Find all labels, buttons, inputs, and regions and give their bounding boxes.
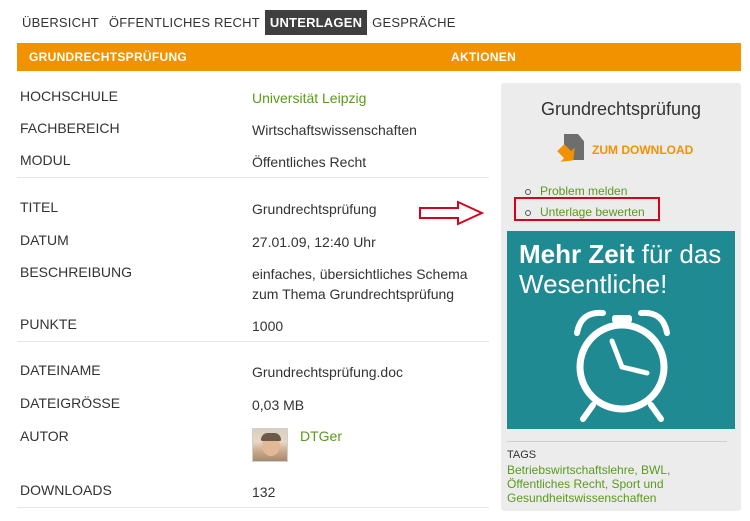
advertisement-banner[interactable]: Mehr Zeit für das Wesentliche!	[507, 231, 735, 429]
detail-label: DATUM	[20, 232, 69, 248]
divider	[17, 341, 489, 342]
detail-label: FACHBEREICH	[20, 120, 120, 136]
detail-value: 27.01.09, 12:40 Uhr	[252, 234, 376, 250]
detail-row-autor: AUTOR DTGer	[17, 428, 489, 468]
detail-label: TITEL	[20, 199, 59, 215]
tab-unterlagen[interactable]: UNTERLAGEN	[264, 10, 368, 35]
detail-value: 1000	[252, 318, 284, 334]
detail-label: HOCHSCHULE	[20, 88, 119, 104]
detail-value: 132	[252, 484, 276, 500]
ad-headline-rest: für das	[634, 239, 722, 269]
detail-label: DATEINAME	[20, 362, 101, 378]
document-title-header: GRUNDRECHTSPRÜFUNG	[29, 50, 188, 64]
tab-bar: ÜBERSICHT ÖFFENTLICHES RECHT UNTERLAGEN …	[17, 10, 461, 35]
hochschule-link[interactable]: Universität Leipzig	[252, 88, 482, 108]
author-link[interactable]: DTGer	[300, 428, 342, 444]
download-label: ZUM DOWNLOAD	[592, 143, 694, 157]
sidebar-title: Grundrechtsprüfung	[540, 99, 702, 119]
avatar[interactable]	[252, 428, 288, 462]
detail-value: Öffentliches Recht	[252, 154, 367, 170]
actions-header: AKTIONEN	[451, 50, 517, 64]
tab-uebersicht[interactable]: ÜBERSICHT	[17, 10, 104, 35]
ad-subline: Wesentliche!	[519, 269, 668, 299]
detail-value: einfaches, übersichtliches Schema zum Th…	[252, 266, 468, 302]
detail-label: MODUL	[20, 152, 71, 168]
download-icon	[558, 134, 588, 166]
detail-label: PUNKTE	[20, 316, 77, 332]
actions-sidebar: Grundrechtsprüfung ZUM DOWNLOAD Problem …	[501, 83, 741, 511]
download-button[interactable]: ZUM DOWNLOAD	[558, 134, 693, 166]
tab-gespraeche[interactable]: GESPRÄCHE	[367, 10, 460, 35]
highlight-box	[514, 197, 660, 221]
alarm-clock-icon	[574, 309, 670, 422]
detail-label: BESCHREIBUNG	[20, 264, 133, 280]
detail-value: Grundrechtsprüfung.doc	[252, 364, 403, 380]
detail-value: 0,03 MB	[252, 397, 305, 413]
ad-headline: Mehr Zeit für das	[519, 239, 721, 270]
tags-list[interactable]: Betriebswirtschaftslehre, BWL, Öffentlic…	[507, 463, 735, 505]
tab-oeffentliches-recht[interactable]: ÖFFENTLICHES RECHT	[104, 10, 265, 35]
detail-value: Wirtschaftswissenschaften	[252, 122, 417, 138]
section-header-bar: GRUNDRECHTSPRÜFUNG AKTIONEN	[17, 43, 741, 71]
red-arrow-icon	[419, 200, 484, 226]
ad-headline-bold: Mehr Zeit	[519, 239, 635, 269]
detail-label: DATEIGRÖSSE	[20, 395, 121, 411]
divider	[507, 441, 727, 442]
divider	[17, 177, 489, 178]
tags-title: TAGS	[507, 449, 537, 461]
avatar-hair	[261, 433, 281, 441]
divider	[17, 507, 489, 508]
detail-label: AUTOR	[20, 428, 69, 444]
detail-label: DOWNLOADS	[20, 482, 112, 498]
